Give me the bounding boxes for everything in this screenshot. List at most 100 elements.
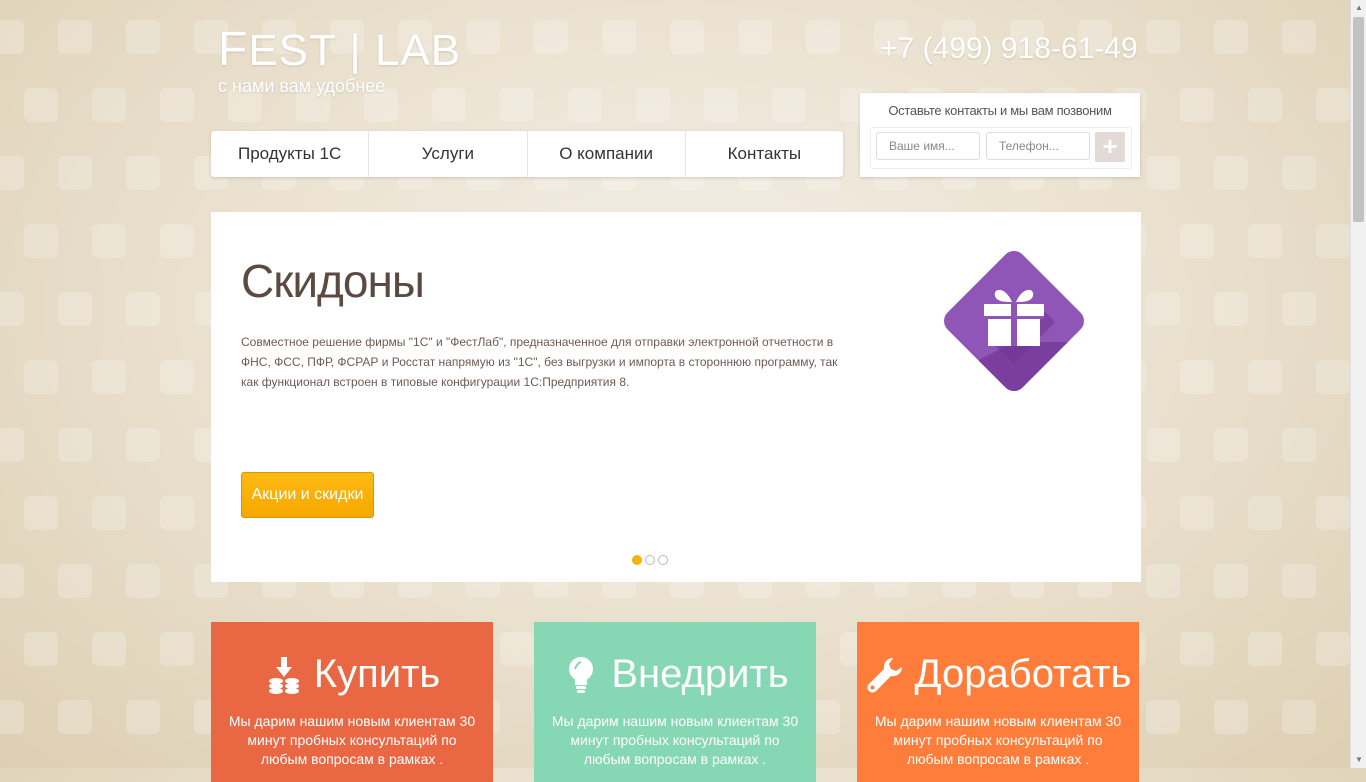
background-tile xyxy=(1180,224,1214,258)
logo-tagline: с нами вам удобнее xyxy=(218,76,386,96)
nav-item-contacts[interactable]: Контакты xyxy=(686,131,843,177)
background-tile xyxy=(1214,20,1248,54)
background-tile xyxy=(1248,360,1282,394)
scrollbar-thumb[interactable] xyxy=(1353,17,1364,222)
card-customize-heading: Доработать xyxy=(857,652,1139,697)
background-tile xyxy=(1282,700,1316,734)
phone-number[interactable]: +7 (499) 918-61-49 xyxy=(880,32,1138,66)
page-scrollbar[interactable]: ▲ ▼ xyxy=(1350,0,1366,768)
card-buy-heading: Купить xyxy=(211,652,493,697)
background-tile xyxy=(0,156,24,190)
main-nav: Продукты 1С Услуги О компании Контакты xyxy=(211,131,843,177)
background-tile xyxy=(58,292,92,326)
name-input[interactable] xyxy=(876,132,980,160)
gift-icon xyxy=(935,242,1093,400)
background-tile xyxy=(160,360,194,394)
callback-title: Оставьте контакты и мы вам позвоним xyxy=(888,103,1112,118)
background-tile xyxy=(1214,428,1248,462)
background-tile xyxy=(160,496,194,530)
background-tile xyxy=(1248,88,1282,122)
card-implement-title: Внедрить xyxy=(611,652,789,696)
background-tile xyxy=(92,224,126,258)
logo-title: FEST | LAB xyxy=(218,23,462,76)
background-tile xyxy=(1180,88,1214,122)
background-tile xyxy=(0,700,24,734)
logo[interactable]: FEST | LAB с нами вам удобнее xyxy=(218,23,462,97)
callback-submit-button[interactable]: + xyxy=(1095,132,1125,162)
card-buy-title: Купить xyxy=(313,652,441,696)
background-tile xyxy=(58,156,92,190)
promotions-button[interactable]: Акции и скидки xyxy=(241,472,374,518)
card-buy[interactable]: Купить Мы дарим нашим новым клиентам 30 … xyxy=(211,622,493,782)
background-tile xyxy=(806,20,840,54)
nav-item-services[interactable]: Услуги xyxy=(369,131,528,177)
nav-item-about[interactable]: О компании xyxy=(528,131,686,177)
background-tile xyxy=(1214,564,1248,598)
background-tile xyxy=(58,700,92,734)
slider-dot-2[interactable] xyxy=(645,555,655,565)
background-tile xyxy=(500,632,534,666)
background-tile xyxy=(126,564,160,598)
background-tile xyxy=(160,224,194,258)
background-tile xyxy=(1146,292,1180,326)
slide-title: Скидоны xyxy=(241,255,425,307)
background-tile xyxy=(1248,632,1282,666)
background-tile xyxy=(1180,632,1214,666)
background-tile xyxy=(568,88,602,122)
slide-description: Совместное решение фирмы "1С" и "ФестЛаб… xyxy=(241,335,838,389)
background-tile xyxy=(0,20,24,54)
background-tile xyxy=(1248,496,1282,530)
background-tile xyxy=(1214,292,1248,326)
coins-download-icon xyxy=(268,656,299,694)
callback-fields: + xyxy=(870,127,1132,169)
promo-slider: Скидоны Совместное решение фирмы "1С" и … xyxy=(211,212,1141,582)
slider-pagination xyxy=(632,555,668,565)
background-tile xyxy=(24,632,58,666)
slider-dot-1[interactable] xyxy=(632,555,642,565)
nav-item-products[interactable]: Продукты 1С xyxy=(211,131,370,177)
background-tile xyxy=(1282,20,1316,54)
card-implement[interactable]: Внедрить Мы дарим нашим новым клиентам 3… xyxy=(534,622,816,782)
background-tile xyxy=(160,632,194,666)
background-tile xyxy=(92,360,126,394)
background-tile xyxy=(1180,496,1214,530)
background-tile xyxy=(0,564,24,598)
background-tile xyxy=(738,20,772,54)
card-implement-heading: Внедрить xyxy=(534,652,816,697)
background-tile xyxy=(1282,156,1316,190)
card-buy-text: Мы дарим нашим новым клиентам 30 минут п… xyxy=(228,713,476,767)
background-tile xyxy=(160,88,194,122)
background-tile xyxy=(92,496,126,530)
scroll-down-arrow-icon[interactable]: ▼ xyxy=(1351,752,1366,768)
background-tile xyxy=(602,20,636,54)
background-tile xyxy=(1316,88,1350,122)
background-tile xyxy=(1316,360,1350,394)
background-tile xyxy=(704,88,738,122)
background-tile xyxy=(1214,700,1248,734)
card-implement-text: Мы дарим нашим новым клиентам 30 минут п… xyxy=(551,713,799,767)
background-tile xyxy=(1146,20,1180,54)
background-tile xyxy=(432,88,466,122)
background-tile xyxy=(1282,564,1316,598)
scroll-up-arrow-icon[interactable]: ▲ xyxy=(1351,0,1366,16)
callback-form: Оставьте контакты и мы вам позвоним + xyxy=(860,93,1140,177)
background-tile xyxy=(126,156,160,190)
background-tile xyxy=(58,564,92,598)
lightbulb-icon xyxy=(569,656,594,693)
background-tile xyxy=(1248,224,1282,258)
phone-input[interactable] xyxy=(986,132,1090,160)
background-tile xyxy=(1316,632,1350,666)
card-customize[interactable]: Доработать Мы дарим нашим новым клиентам… xyxy=(857,622,1139,782)
background-tile xyxy=(1146,564,1180,598)
background-tile xyxy=(24,360,58,394)
background-tile xyxy=(500,88,534,122)
background-tile xyxy=(772,88,806,122)
background-tile xyxy=(1282,292,1316,326)
background-tile xyxy=(1180,360,1214,394)
slider-dot-3[interactable] xyxy=(658,555,668,565)
card-customize-title: Доработать xyxy=(914,652,1132,696)
card-customize-text: Мы дарим нашим новым клиентам 30 минут п… xyxy=(874,713,1122,767)
background-tile xyxy=(670,20,704,54)
background-tile xyxy=(0,428,24,462)
background-tile xyxy=(24,224,58,258)
